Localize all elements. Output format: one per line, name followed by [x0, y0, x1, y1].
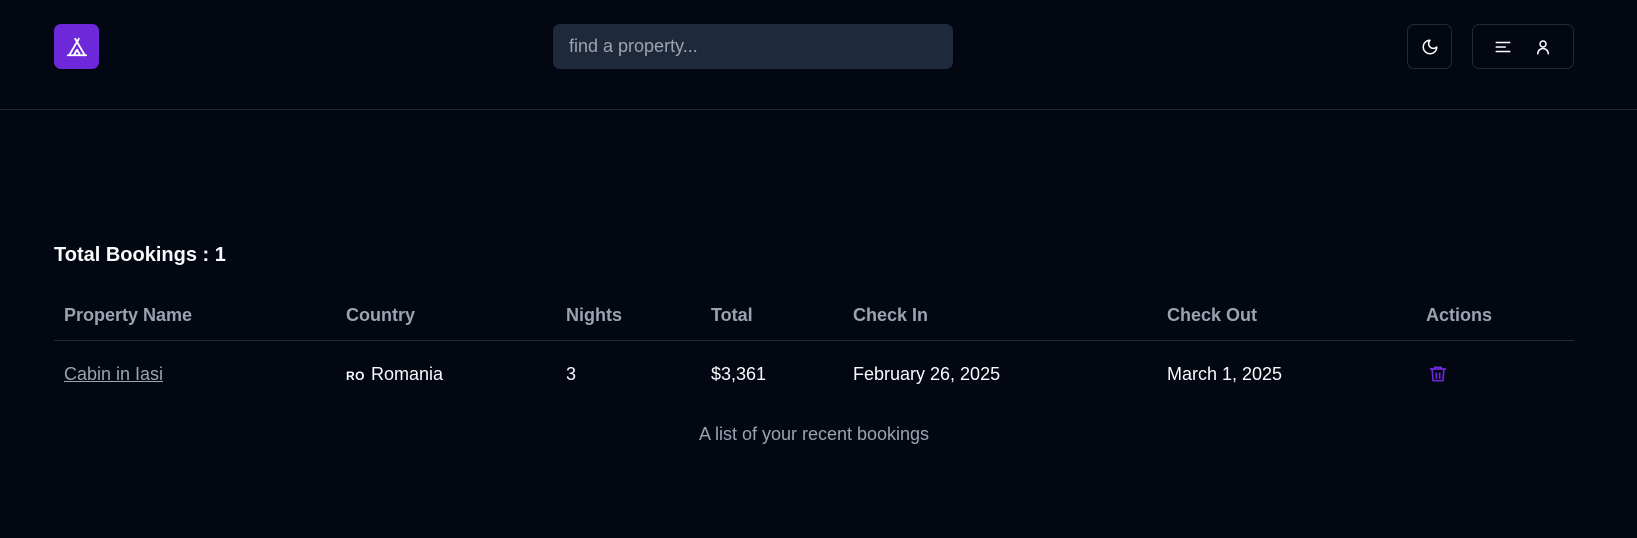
column-header-check-in: Check In — [843, 292, 1157, 341]
column-header-country: Country — [336, 292, 556, 341]
user-icon — [1534, 38, 1552, 56]
delete-booking-button[interactable] — [1418, 354, 1458, 394]
cell-property: Cabin in Iasi — [54, 340, 336, 408]
cell-actions — [1416, 340, 1574, 408]
cell-nights: 3 — [566, 363, 577, 384]
cell-country: RO Romania — [336, 340, 556, 408]
column-header-actions: Actions — [1416, 292, 1574, 341]
table-caption: A list of your recent bookings — [698, 424, 930, 444]
cell-check-out: March 1, 2025 — [1167, 363, 1283, 384]
bookings-table-container: A list of your recent bookings Property … — [54, 292, 1574, 445]
bookings-table: A list of your recent bookings Property … — [54, 292, 1574, 445]
menu-icon — [1494, 38, 1512, 56]
column-header-check-out: Check Out — [1157, 292, 1416, 341]
table-header-row: Property Name Country Nights Total Check… — [54, 292, 1574, 341]
country-flag: RO — [346, 368, 365, 383]
country-name: Romania — [371, 363, 444, 384]
search-input[interactable] — [553, 24, 953, 69]
tent-icon — [66, 36, 88, 58]
theme-toggle-button[interactable] — [1407, 24, 1452, 69]
column-header-total: Total — [701, 292, 843, 341]
moon-icon — [1421, 38, 1439, 56]
trash-icon — [1428, 364, 1448, 384]
navbar — [0, 0, 1637, 110]
property-link[interactable]: Cabin in Iasi — [64, 364, 163, 384]
user-menu-button[interactable] — [1472, 24, 1574, 69]
cell-check-in: February 26, 2025 — [853, 363, 1001, 384]
table-row: Cabin in Iasi RO Romania 3 $3,361 Februar… — [54, 340, 1574, 408]
total-bookings-heading: Total Bookings : 1 — [54, 244, 226, 266]
column-header-nights: Nights — [556, 292, 701, 341]
column-header-property-name: Property Name — [54, 292, 336, 341]
cell-total: $3,361 — [711, 363, 767, 384]
home-logo-button[interactable] — [54, 24, 99, 69]
